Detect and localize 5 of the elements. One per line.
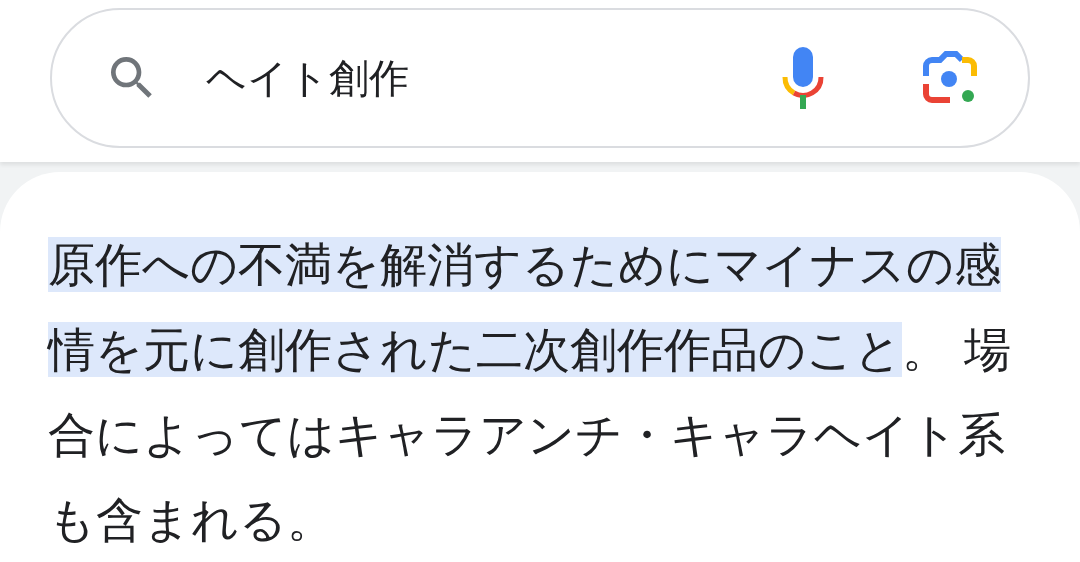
snippet-text: 原作への不満を解消するためにマイナスの感情を元に創作された二次創作作品のこと。 場合によってはキャラアンチ・キャラヘイト系も含まれる。	[48, 236, 1012, 549]
camera-icon[interactable]	[922, 50, 978, 106]
search-query: ヘイト創作	[206, 53, 410, 103]
microphone-icon[interactable]	[780, 47, 826, 109]
search-field[interactable]: ヘイト創作	[50, 8, 1030, 148]
